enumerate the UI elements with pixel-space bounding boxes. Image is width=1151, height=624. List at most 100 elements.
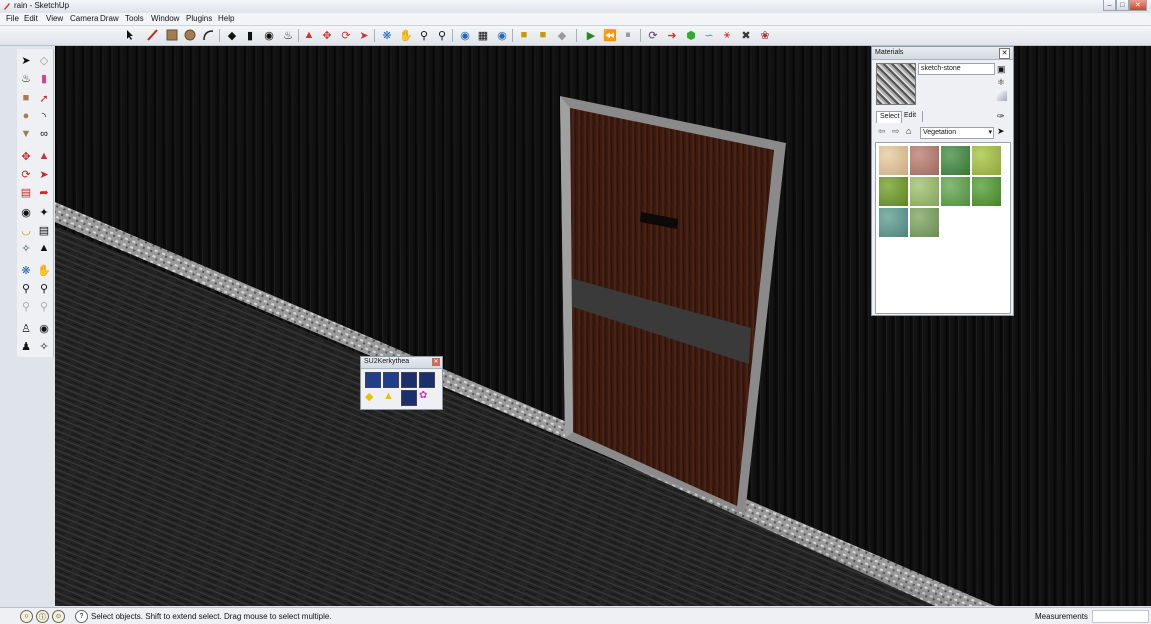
- menu-plugins[interactable]: Plugins: [186, 14, 212, 23]
- select-tool-icon[interactable]: [123, 28, 137, 42]
- library-dropdown[interactable]: Vegetation ▾: [920, 127, 994, 139]
- text-icon[interactable]: ▤: [37, 223, 51, 237]
- menu-help[interactable]: Help: [218, 14, 234, 23]
- walk-icon[interactable]: ♟: [19, 339, 33, 353]
- line-icon[interactable]: ➚: [37, 91, 51, 105]
- play-animation-icon[interactable]: ▶: [584, 28, 598, 42]
- material-editor-icon[interactable]: [401, 390, 417, 406]
- look-around-icon[interactable]: ◉: [37, 321, 51, 335]
- sample-paint-icon[interactable]: ✑: [997, 111, 1005, 122]
- move-tool-icon[interactable]: ✥: [19, 149, 33, 163]
- close-icon[interactable]: ✕: [999, 48, 1010, 59]
- dimension-icon[interactable]: ✦: [37, 205, 51, 219]
- zoom-icon[interactable]: ⚲: [417, 28, 431, 42]
- plugin-line-icon[interactable]: ➜: [665, 28, 679, 42]
- menu-camera[interactable]: Camera: [70, 14, 98, 23]
- plugin-curve-icon[interactable]: ∽: [702, 28, 716, 42]
- credits-icon[interactable]: ⓘ: [36, 610, 49, 623]
- light-icon[interactable]: [419, 372, 435, 388]
- pan-tool-icon[interactable]: ✋: [37, 263, 51, 277]
- component-icon[interactable]: ■: [517, 28, 531, 42]
- freehand-icon[interactable]: ∞: [37, 127, 51, 141]
- push-pull-icon[interactable]: ▲: [302, 28, 316, 42]
- position-camera-icon[interactable]: ♙: [19, 321, 33, 335]
- axes-icon[interactable]: ✧: [19, 241, 33, 255]
- rotate-icon[interactable]: ⟳: [339, 28, 353, 42]
- tape-measure-icon[interactable]: ◉: [262, 28, 276, 42]
- share-model-icon[interactable]: ▦: [476, 28, 490, 42]
- color-palette-icon[interactable]: ✿: [419, 390, 433, 404]
- help-icon[interactable]: ?: [75, 610, 88, 623]
- camera-icon[interactable]: ▣: [997, 64, 1006, 75]
- tape-icon[interactable]: ◉: [19, 205, 33, 219]
- followme-tool-icon[interactable]: ➤: [37, 167, 51, 181]
- previous-scene-icon[interactable]: ⏪: [603, 28, 617, 42]
- material-swatch[interactable]: [941, 177, 970, 206]
- user-icon[interactable]: ☺: [52, 610, 65, 623]
- plugin-cube-icon[interactable]: ⬢: [684, 28, 698, 42]
- send-to-layout-icon[interactable]: ■: [536, 28, 550, 42]
- component-make-icon[interactable]: ◇: [37, 53, 51, 67]
- 3d-text-icon[interactable]: ▲: [37, 241, 51, 255]
- arc-tool-icon[interactable]: [201, 28, 215, 42]
- material-swatch[interactable]: [879, 177, 908, 206]
- close-icon[interactable]: ✕: [432, 358, 440, 366]
- rectangle-tool-icon[interactable]: [165, 28, 179, 42]
- eraser-icon[interactable]: ▮: [243, 28, 257, 42]
- plugin-palette-icon[interactable]: ❀: [758, 28, 772, 42]
- menu-file[interactable]: File: [6, 14, 19, 23]
- create-material-icon[interactable]: ⚛: [997, 77, 1005, 88]
- plugin-wand-icon[interactable]: ⚹: [720, 28, 734, 42]
- back-icon[interactable]: ⇦: [878, 126, 886, 137]
- circle-tool-icon[interactable]: [183, 28, 197, 42]
- material-name-field[interactable]: sketch-stone: [918, 63, 995, 75]
- pushpull-tool-icon[interactable]: ▲: [37, 149, 51, 163]
- paint-icon[interactable]: ♨: [19, 71, 33, 85]
- menu-window[interactable]: Window: [151, 14, 179, 23]
- home-icon[interactable]: ⌂: [906, 126, 911, 136]
- plugin-cross-icon[interactable]: ✖: [739, 28, 753, 42]
- rectangle-icon[interactable]: ■: [19, 91, 33, 105]
- render-settings-icon[interactable]: [401, 372, 417, 388]
- erase-icon[interactable]: ▮: [37, 71, 51, 85]
- move-icon[interactable]: ✥: [320, 28, 334, 42]
- material-swatch[interactable]: [910, 177, 939, 206]
- spot-light-icon[interactable]: ▲: [383, 390, 397, 404]
- protractor-icon[interactable]: ◡: [19, 223, 33, 237]
- forward-icon[interactable]: ⇨: [892, 126, 900, 137]
- material-swatch[interactable]: [879, 146, 908, 175]
- next-view-icon[interactable]: ⚲: [37, 299, 51, 313]
- menu-tools[interactable]: Tools: [125, 14, 144, 23]
- previous-view-icon[interactable]: ⚲: [19, 299, 33, 313]
- orbit-tool-icon[interactable]: ❋: [19, 263, 33, 277]
- offset-tool-icon[interactable]: ➦: [37, 185, 51, 199]
- minimize-icon[interactable]: –: [1103, 0, 1116, 11]
- select-icon[interactable]: ➤: [19, 53, 33, 67]
- material-default-icon[interactable]: [997, 91, 1007, 101]
- get-models-icon[interactable]: ◉: [495, 28, 509, 42]
- menu-draw[interactable]: Draw: [100, 14, 119, 23]
- zoom-extents-icon[interactable]: ⚲: [435, 28, 449, 42]
- follow-me-icon[interactable]: ➤: [357, 28, 371, 42]
- plugin-spin-icon[interactable]: ⟳: [646, 28, 660, 42]
- polygon-icon[interactable]: ▼: [19, 127, 33, 141]
- export-model-icon[interactable]: [365, 372, 381, 388]
- scale-tool-icon[interactable]: ▤: [19, 185, 33, 199]
- tab-select[interactable]: Select: [876, 111, 902, 123]
- pause-icon[interactable]: ⏸: [621, 28, 635, 42]
- export-animation-icon[interactable]: [383, 372, 399, 388]
- circle-icon[interactable]: ●: [19, 109, 33, 123]
- tab-edit[interactable]: Edit: [902, 111, 923, 122]
- material-swatch[interactable]: [972, 177, 1001, 206]
- menu-edit[interactable]: Edit: [24, 14, 38, 23]
- paint-bucket-icon[interactable]: ♨: [281, 28, 295, 42]
- arc-icon[interactable]: ◝: [37, 109, 51, 123]
- 3d-warehouse-icon[interactable]: ◉: [458, 28, 472, 42]
- zoom-tool-icon[interactable]: ⚲: [19, 281, 33, 295]
- material-swatch[interactable]: [910, 146, 939, 175]
- material-swatch[interactable]: [972, 146, 1001, 175]
- rotate-tool-icon[interactable]: ⟳: [19, 167, 33, 181]
- extension-icon[interactable]: ◆: [555, 28, 569, 42]
- material-swatch[interactable]: [910, 208, 939, 237]
- zoom-window-icon[interactable]: ⚲: [37, 281, 51, 295]
